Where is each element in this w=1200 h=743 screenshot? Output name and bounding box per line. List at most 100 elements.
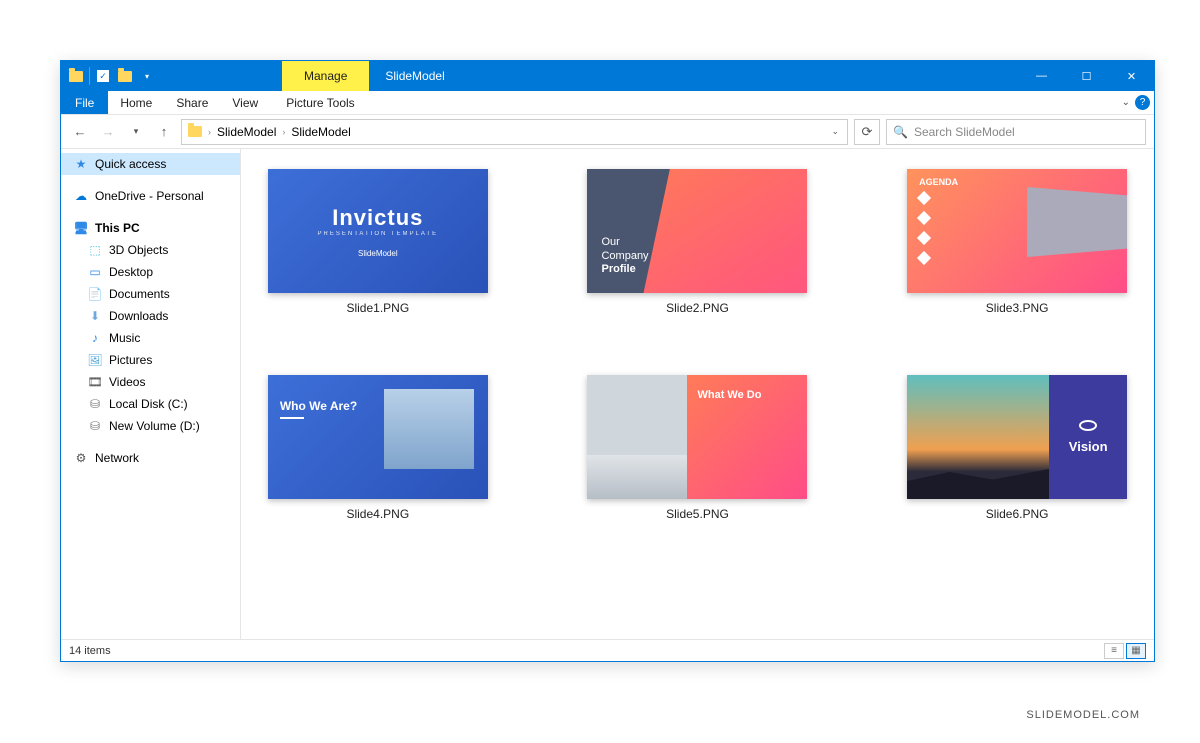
properties-checkbox[interactable]: ✓: [94, 67, 112, 85]
ribbon-tabs: File Home Share View Picture Tools ⌄ ?: [61, 91, 1154, 115]
nav-label: Desktop: [109, 265, 153, 279]
nav-pictures[interactable]: 🖼 Pictures: [61, 349, 240, 371]
quick-access-toolbar: ✓ ▾: [61, 61, 162, 91]
nav-videos[interactable]: 🎞Videos: [61, 371, 240, 393]
music-icon: ♪: [87, 330, 103, 346]
titlebar: ✓ ▾ Manage SlideModel — ☐ ✕: [61, 61, 1154, 91]
preview-subtitle: PRESENTATION TEMPLATE: [318, 231, 439, 237]
home-tab[interactable]: Home: [108, 91, 164, 114]
folder-icon[interactable]: [67, 67, 85, 85]
file-name: Slide6.PNG: [986, 507, 1049, 521]
manage-context-tab[interactable]: Manage: [282, 61, 369, 91]
maximize-button[interactable]: ☐: [1064, 61, 1109, 91]
help-icon[interactable]: ?: [1135, 95, 1150, 110]
address-row: ← → ▾ ↑ › SlideModel › SlideModel ⌄ ⟳ 🔍 …: [61, 115, 1154, 149]
nav-label: Music: [109, 331, 140, 345]
breadcrumb-seg-1[interactable]: SlideModel: [287, 125, 354, 139]
content-pane[interactable]: Invictus PRESENTATION TEMPLATE SlideMode…: [241, 149, 1154, 639]
nav-documents[interactable]: 📄 Documents: [61, 283, 240, 305]
refresh-button[interactable]: ⟳: [854, 119, 880, 145]
file-item[interactable]: AGENDA Slide3.PNG: [907, 169, 1127, 315]
disk-icon: ⛁: [87, 418, 103, 434]
pictures-icon: 🖼: [87, 352, 103, 368]
chevron-right-icon[interactable]: ›: [206, 127, 213, 137]
view-buttons: ≡ ▦: [1104, 643, 1146, 659]
preview-title: Who We Are?: [280, 399, 357, 419]
cloud-icon: ☁: [73, 188, 89, 204]
nav-label: Documents: [109, 287, 170, 301]
this-pc-node[interactable]: 🖥 This PC: [61, 217, 240, 239]
chevron-right-icon[interactable]: ›: [280, 127, 287, 137]
qat-dropdown-icon[interactable]: ▾: [138, 67, 156, 85]
file-name: Slide4.PNG: [346, 507, 409, 521]
nav-label: New Volume (D:): [109, 419, 200, 433]
file-item[interactable]: Vision Slide6.PNG: [907, 375, 1127, 521]
thumbnail: Vision: [907, 375, 1127, 499]
thumbnail: What We Do: [587, 375, 807, 499]
nav-new-volume-d[interactable]: ⛁ New Volume (D:): [61, 415, 240, 437]
navigation-pane: ★ Quick access ☁ OneDrive - Personal 🖥 T…: [61, 149, 241, 639]
details-view-button[interactable]: ≡: [1104, 643, 1124, 659]
preview-title: Invictus: [332, 205, 423, 231]
file-item[interactable]: Invictus PRESENTATION TEMPLATE SlideMode…: [268, 169, 488, 315]
view-tab[interactable]: View: [220, 91, 270, 114]
search-input[interactable]: 🔍 Search SlideModel: [886, 119, 1146, 145]
folder-icon[interactable]: [116, 67, 134, 85]
thumbnail: Invictus PRESENTATION TEMPLATE SlideMode…: [268, 169, 488, 293]
preview-title: What We Do: [697, 389, 797, 401]
disk-icon: ⛁: [87, 396, 103, 412]
nav-label: Pictures: [109, 353, 152, 367]
file-name: Slide1.PNG: [346, 301, 409, 315]
document-icon: 📄: [87, 286, 103, 302]
ribbon-collapse-icon[interactable]: ⌄: [1122, 97, 1130, 108]
minimize-button[interactable]: —: [1019, 61, 1064, 91]
nav-music[interactable]: ♪ Music: [61, 327, 240, 349]
recent-dropdown-icon[interactable]: ▾: [125, 121, 147, 143]
network-node[interactable]: ⚙Network: [61, 447, 240, 469]
search-placeholder: Search SlideModel: [914, 125, 1015, 139]
divider: [89, 67, 90, 85]
nav-label: Quick access: [95, 157, 166, 171]
preview-text: Our Company Profile: [601, 236, 648, 277]
nav-3d-objects[interactable]: ⬚3D Objects: [61, 239, 240, 261]
address-bar[interactable]: › SlideModel › SlideModel ⌄: [181, 119, 848, 145]
search-icon: 🔍: [893, 125, 908, 139]
picture-tools-tab[interactable]: Picture Tools: [274, 91, 366, 114]
file-item[interactable]: What We Do Slide5.PNG: [587, 375, 807, 521]
file-tab[interactable]: File: [61, 91, 108, 114]
attribution: SLIDEMODEL.COM: [1026, 709, 1140, 721]
nav-downloads[interactable]: ⬇Downloads: [61, 305, 240, 327]
back-button[interactable]: ←: [69, 121, 91, 143]
desktop-icon: ▭: [87, 264, 103, 280]
nav-local-disk-c[interactable]: ⛁Local Disk (C:): [61, 393, 240, 415]
address-folder-icon: [184, 126, 206, 137]
preview-logo: SlideModel: [358, 249, 398, 258]
forward-button[interactable]: →: [97, 121, 119, 143]
file-name: Slide3.PNG: [986, 301, 1049, 315]
file-item[interactable]: Who We Are? Slide4.PNG: [268, 375, 488, 521]
nav-label: Network: [95, 451, 139, 465]
share-tab[interactable]: Share: [164, 91, 220, 114]
nav-label: Videos: [109, 375, 145, 389]
window-controls: — ☐ ✕: [1019, 61, 1154, 91]
address-dropdown-icon[interactable]: ⌄: [825, 126, 845, 137]
file-grid: Invictus PRESENTATION TEMPLATE SlideMode…: [253, 169, 1142, 521]
breadcrumb-seg-0[interactable]: SlideModel: [213, 125, 280, 139]
quick-access-node[interactable]: ★ Quick access: [61, 153, 240, 175]
file-item[interactable]: Our Company Profile Slide2.PNG: [587, 169, 807, 315]
status-bar: 14 items ≡ ▦: [61, 639, 1154, 661]
cube-icon: ⬚: [87, 242, 103, 258]
explorer-window: ✓ ▾ Manage SlideModel — ☐ ✕ File Home Sh…: [60, 60, 1155, 662]
close-button[interactable]: ✕: [1109, 61, 1154, 91]
eye-icon: [1079, 420, 1097, 431]
window-title: SlideModel: [369, 61, 460, 91]
thumbnails-view-button[interactable]: ▦: [1126, 643, 1146, 659]
preview-title: Vision: [1069, 439, 1108, 454]
preview-header: AGENDA: [919, 177, 958, 187]
onedrive-node[interactable]: ☁ OneDrive - Personal: [61, 185, 240, 207]
nav-desktop[interactable]: ▭ Desktop: [61, 261, 240, 283]
file-name: Slide2.PNG: [666, 301, 729, 315]
thumbnail: Who We Are?: [268, 375, 488, 499]
up-button[interactable]: ↑: [153, 121, 175, 143]
nav-label: OneDrive - Personal: [95, 189, 204, 203]
